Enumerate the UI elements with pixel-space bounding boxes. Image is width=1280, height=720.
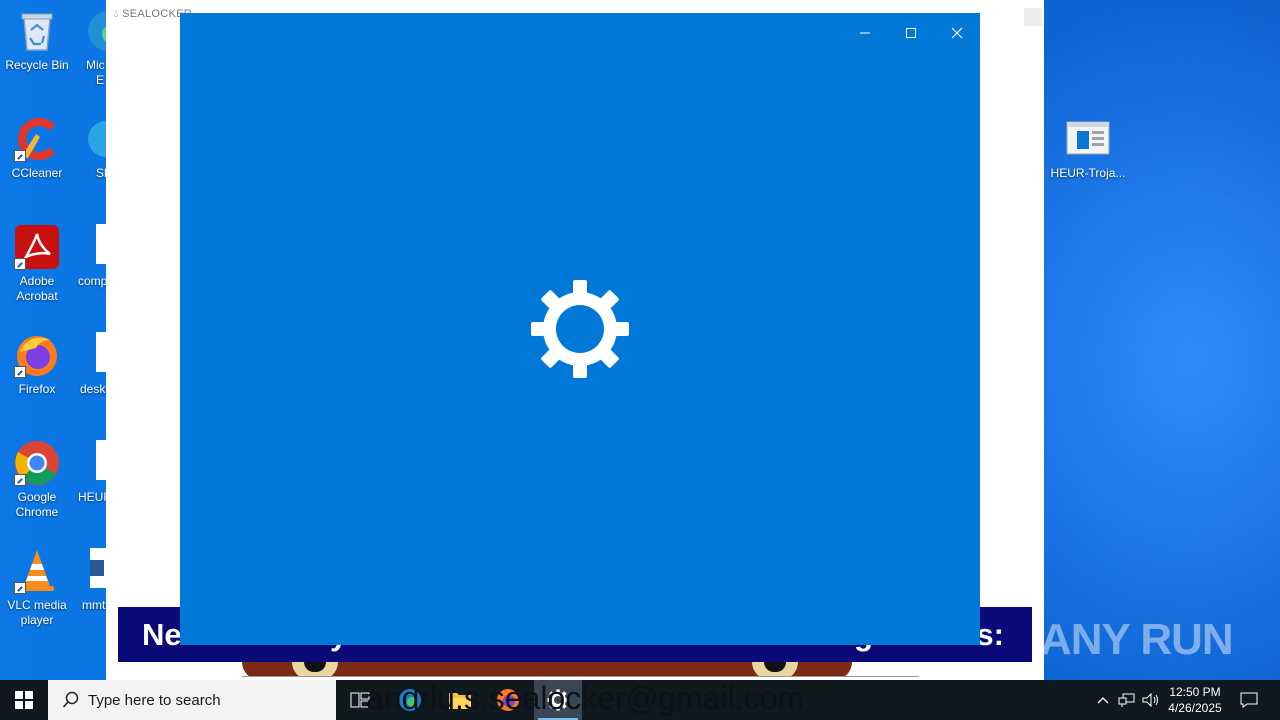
desktop-icon-file-partial[interactable]: HEUR xyxy=(74,440,106,505)
gear-icon xyxy=(530,279,630,379)
shortcut-arrow-icon xyxy=(14,150,26,162)
skype-icon xyxy=(86,116,106,162)
desktop-icon-word-partial[interactable]: mmt xyxy=(74,548,106,613)
desktop-icon-firefox[interactable]: Firefox xyxy=(0,332,74,397)
firefox-icon xyxy=(14,332,60,378)
desktop-icon-label: Google Chrome xyxy=(15,490,59,519)
clock-date: 4/26/2025 xyxy=(1168,701,1222,715)
taskbar-search-box[interactable]: Type here to search xyxy=(48,680,336,720)
desktop-icon-label: HEUR xyxy=(78,490,106,504)
desktop-icon-label: E xyxy=(96,73,105,87)
desktop-icon-label: Firefox xyxy=(18,382,56,396)
file-icon xyxy=(96,224,106,264)
desktop-icon-label: Recycle Bin xyxy=(5,58,69,72)
recycle-bin-icon xyxy=(14,8,60,54)
network-icon xyxy=(1118,693,1135,707)
desktop-icon-skype-partial[interactable]: Sk xyxy=(74,116,106,181)
desktop-icon-file-partial[interactable]: deskt xyxy=(74,332,106,397)
network-button[interactable] xyxy=(1116,680,1138,720)
shortcut-arrow-icon xyxy=(14,582,26,594)
shortcut-arrow-icon xyxy=(14,474,26,486)
desktop-icon-label: Adobe Acrobat xyxy=(16,274,58,303)
desktop-icon-vlc[interactable]: VLC media player xyxy=(0,548,74,628)
watermark: ANY RUN xyxy=(1040,615,1234,664)
taskbar: Type here to search 12:50 PM 4/26/2025 xyxy=(0,680,1280,720)
taskbar-edge[interactable] xyxy=(386,680,434,720)
desktop-icon-adobe-acrobat[interactable]: Adobe Acrobat xyxy=(0,224,74,304)
desktop-icon-file-partial[interactable]: comp xyxy=(74,224,106,289)
close-icon xyxy=(951,27,963,39)
taskbar-settings[interactable] xyxy=(534,680,582,720)
close-button[interactable] xyxy=(934,18,980,48)
file-icon xyxy=(96,332,106,372)
task-view-icon xyxy=(350,692,370,708)
taskbar-file-explorer[interactable] xyxy=(436,680,484,720)
chevron-up-icon xyxy=(1097,697,1109,704)
application-window-icon xyxy=(1065,116,1111,162)
firefox-icon xyxy=(497,689,519,711)
gear-icon xyxy=(547,689,569,711)
desktop-icon-ccleaner[interactable]: CCleaner xyxy=(0,116,74,181)
search-placeholder: Type here to search xyxy=(88,691,221,709)
shortcut-arrow-icon xyxy=(14,366,26,378)
desktop-icon-label: comp xyxy=(78,274,106,288)
folder-icon xyxy=(449,693,471,709)
desktop-icon-label: Sk xyxy=(96,166,106,180)
close-button[interactable] xyxy=(1024,8,1042,26)
show-hidden-icons-button[interactable] xyxy=(1092,680,1114,720)
search-icon xyxy=(62,691,79,708)
windows-logo-icon xyxy=(15,691,33,709)
desktop-icon-recycle-bin[interactable]: Recycle Bin xyxy=(0,8,74,73)
edge-icon xyxy=(399,689,421,711)
desktop-icon-google-chrome[interactable]: Google Chrome xyxy=(0,440,74,520)
notification-icon xyxy=(1240,692,1258,708)
shortcut-arrow-icon xyxy=(14,258,26,270)
minimize-icon xyxy=(860,32,870,34)
file-icon xyxy=(96,440,106,480)
word-doc-icon xyxy=(90,548,106,588)
google-chrome-icon xyxy=(14,440,60,486)
desktop-icon-label: Mic xyxy=(86,58,105,72)
desktop-icon-edge-partial[interactable]: Mic E xyxy=(74,8,106,88)
taskbar-clock[interactable]: 12:50 PM 4/26/2025 xyxy=(1158,680,1232,720)
desktop-icon-label: VLC media player xyxy=(7,598,67,627)
start-button[interactable] xyxy=(0,680,48,720)
task-view-button[interactable] xyxy=(336,680,384,720)
desktop-icon-label: HEUR-Troja... xyxy=(1050,166,1126,180)
drop-icon: 💧︎ xyxy=(114,8,119,20)
desktop-icon-label: deskt xyxy=(80,382,106,396)
desktop-icon-label: CCleaner xyxy=(11,166,63,180)
vlc-cone-icon xyxy=(14,548,60,594)
edge-icon xyxy=(84,8,106,54)
desktop-icon-heur-trojan[interactable]: HEUR-Troja... xyxy=(1050,116,1126,181)
taskbar-firefox[interactable] xyxy=(484,680,532,720)
adobe-acrobat-icon xyxy=(14,224,60,270)
maximize-icon xyxy=(906,28,916,38)
ccleaner-icon xyxy=(14,116,60,162)
desktop-icon-label: mmt xyxy=(82,598,106,612)
clock-time: 12:50 PM xyxy=(1169,685,1221,699)
minimize-button[interactable] xyxy=(842,18,888,48)
notifications-button[interactable] xyxy=(1234,680,1264,720)
settings-splash-window[interactable] xyxy=(180,13,980,645)
maximize-button[interactable] xyxy=(888,18,934,48)
